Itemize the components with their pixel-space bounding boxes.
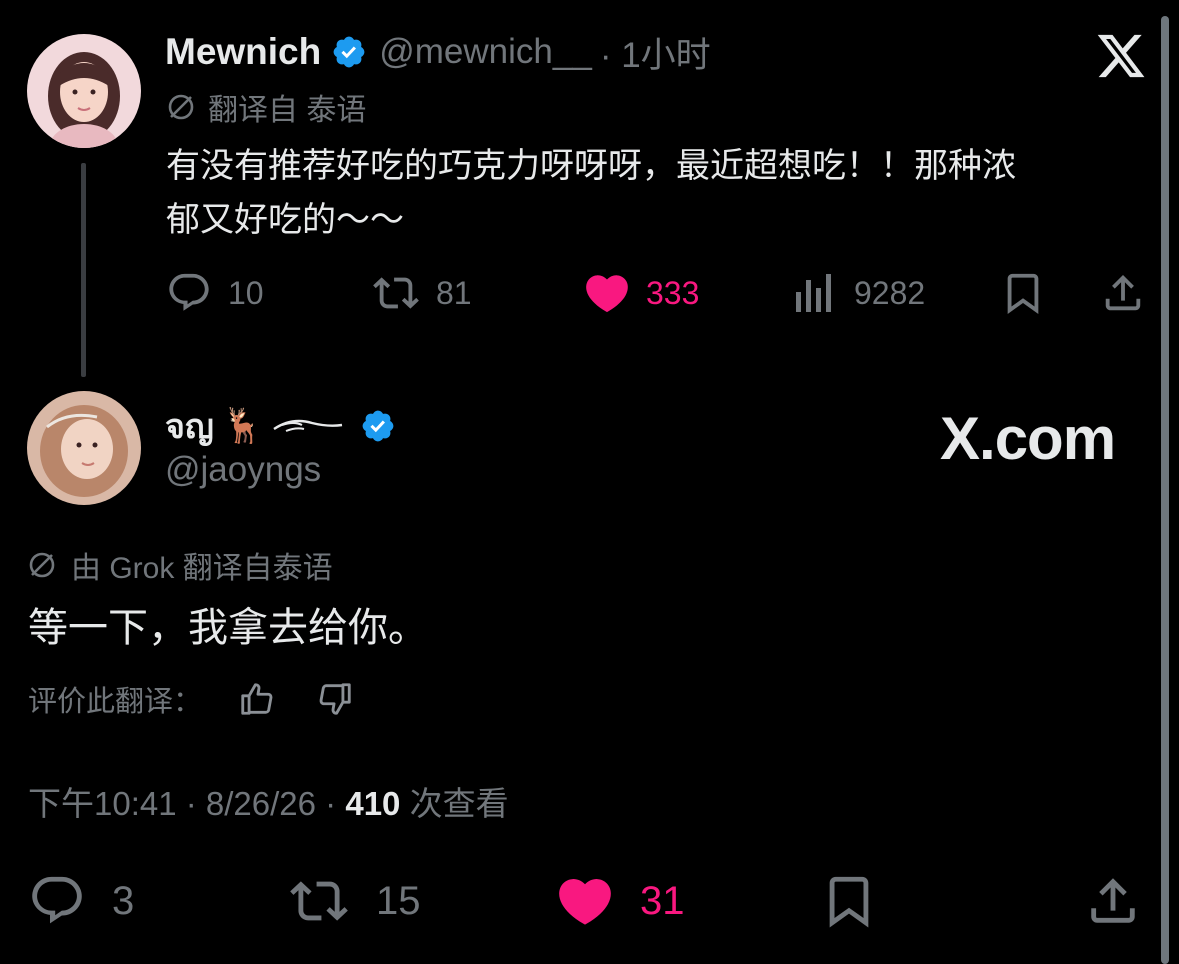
verified-badge-icon — [360, 408, 396, 444]
reply-icon — [28, 872, 86, 930]
view-count: 410 — [345, 785, 401, 822]
handle[interactable]: @mewnich__ — [379, 32, 592, 72]
tweet1-text-line1: 有没有推荐好吃的巧克力呀呀呀，最近超想吃！！那种浓 — [166, 147, 1016, 185]
avatar-mewnich[interactable] — [27, 34, 141, 148]
bookmark-button[interactable] — [820, 872, 878, 930]
like-button[interactable]: 31 — [554, 870, 685, 932]
translation-note: 翻译自 泰语 — [166, 88, 367, 127]
translation-label: 翻译自 泰语 — [208, 94, 367, 127]
deer-emoji: 🦌 — [221, 407, 265, 445]
retweet-button[interactable]: 81 — [370, 270, 472, 316]
share-button[interactable] — [1084, 872, 1142, 930]
tweet-meta: 下午10:41 · 8/26/26 · 410 次查看 — [28, 782, 509, 826]
retweet-count: 81 — [436, 274, 472, 311]
scrollbar[interactable] — [1161, 16, 1169, 964]
bookmark-icon — [820, 872, 878, 930]
like-button[interactable]: 333 — [582, 268, 699, 318]
retweet-count: 15 — [376, 878, 421, 923]
reply-count: 10 — [228, 274, 264, 311]
tweet1-text-line2: 郁又好吃的～～ — [166, 201, 404, 239]
x-logo-icon[interactable] — [1095, 30, 1147, 82]
share-icon — [1084, 872, 1142, 930]
like-count: 333 — [646, 274, 700, 311]
grok-translation-note: 由 Grok 翻译自泰语 — [27, 546, 333, 585]
view-label: 次查看 — [400, 785, 509, 822]
rate-label: 评价此翻译： — [28, 686, 203, 718]
reply-count: 3 — [112, 878, 135, 923]
like-icon — [554, 870, 616, 932]
thumbs-down-icon[interactable] — [316, 680, 354, 718]
like-count: 31 — [640, 878, 685, 923]
views-button[interactable]: 9282 — [794, 270, 925, 316]
translation-label: 由 Grok 翻译自泰语 — [71, 552, 333, 585]
display-name[interactable]: Mewnich — [165, 31, 321, 73]
translate-icon — [27, 550, 57, 580]
thread-line — [81, 163, 86, 377]
share-button[interactable] — [1100, 270, 1146, 316]
translate-icon — [166, 92, 196, 122]
avatar-jaoyngs[interactable] — [27, 391, 141, 505]
thumbs-up-icon[interactable] — [238, 680, 276, 718]
handle[interactable]: @jaoyngs — [165, 450, 321, 490]
bookmark-icon — [1000, 270, 1046, 316]
timestamp[interactable]: · 1小时 — [600, 27, 711, 78]
bookmark-button[interactable] — [1000, 270, 1046, 316]
rate-translation: 评价此翻译： — [28, 676, 354, 722]
wing-icon — [272, 411, 344, 441]
retweet-button[interactable]: 15 — [286, 872, 421, 930]
post-timestamp[interactable]: 下午10:41 · 8/26/26 · — [28, 785, 345, 822]
retweet-icon — [286, 872, 352, 930]
tweet2-header: จญ 🦌 — [165, 400, 396, 452]
reply-icon — [166, 270, 212, 316]
display-name[interactable]: จญ — [165, 399, 214, 453]
reply-button[interactable]: 10 — [166, 270, 264, 316]
xcom-watermark: X.com — [940, 405, 1116, 472]
views-icon — [794, 270, 834, 316]
verified-badge-icon — [331, 34, 367, 70]
views-count: 9282 — [854, 274, 926, 311]
share-icon — [1100, 270, 1146, 316]
retweet-icon — [370, 270, 422, 316]
tweet1-header: Mewnich @mewnich__ · 1小时 — [165, 30, 711, 75]
like-icon — [582, 268, 632, 318]
tweet2-text: 等一下，我拿去给你。 — [28, 606, 428, 650]
reply-button[interactable]: 3 — [28, 872, 134, 930]
